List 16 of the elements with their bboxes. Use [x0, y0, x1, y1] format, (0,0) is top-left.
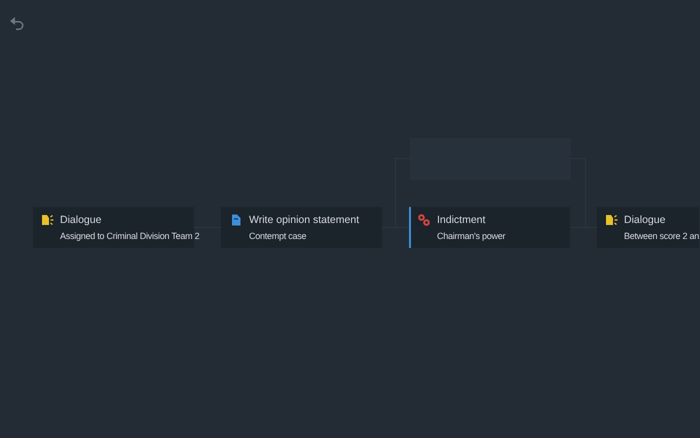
card-subtitle: Chairman's power [437, 230, 506, 243]
speech-icon [41, 214, 54, 226]
card-subtitle: Assigned to Criminal Division Team 2 [60, 230, 200, 243]
speech-icon [605, 214, 618, 226]
task-card[interactable]: Indictment Chairman's power [409, 207, 570, 248]
card-subtitle: Between score 2 an [624, 230, 700, 243]
document-icon [231, 214, 241, 226]
card-subtitle: Contempt case [249, 230, 308, 243]
card-title: Dialogue [60, 213, 102, 227]
handcuffs-icon [418, 214, 430, 226]
back-icon[interactable] [9, 16, 25, 30]
card-title: Indictment [437, 213, 486, 227]
card-title: Write opinion statement [249, 213, 360, 227]
task-card[interactable]: Write opinion statement Contempt case [221, 207, 382, 248]
card-title: Dialogue [624, 213, 666, 227]
task-card[interactable]: Dialogue Between score 2 an [597, 207, 699, 248]
